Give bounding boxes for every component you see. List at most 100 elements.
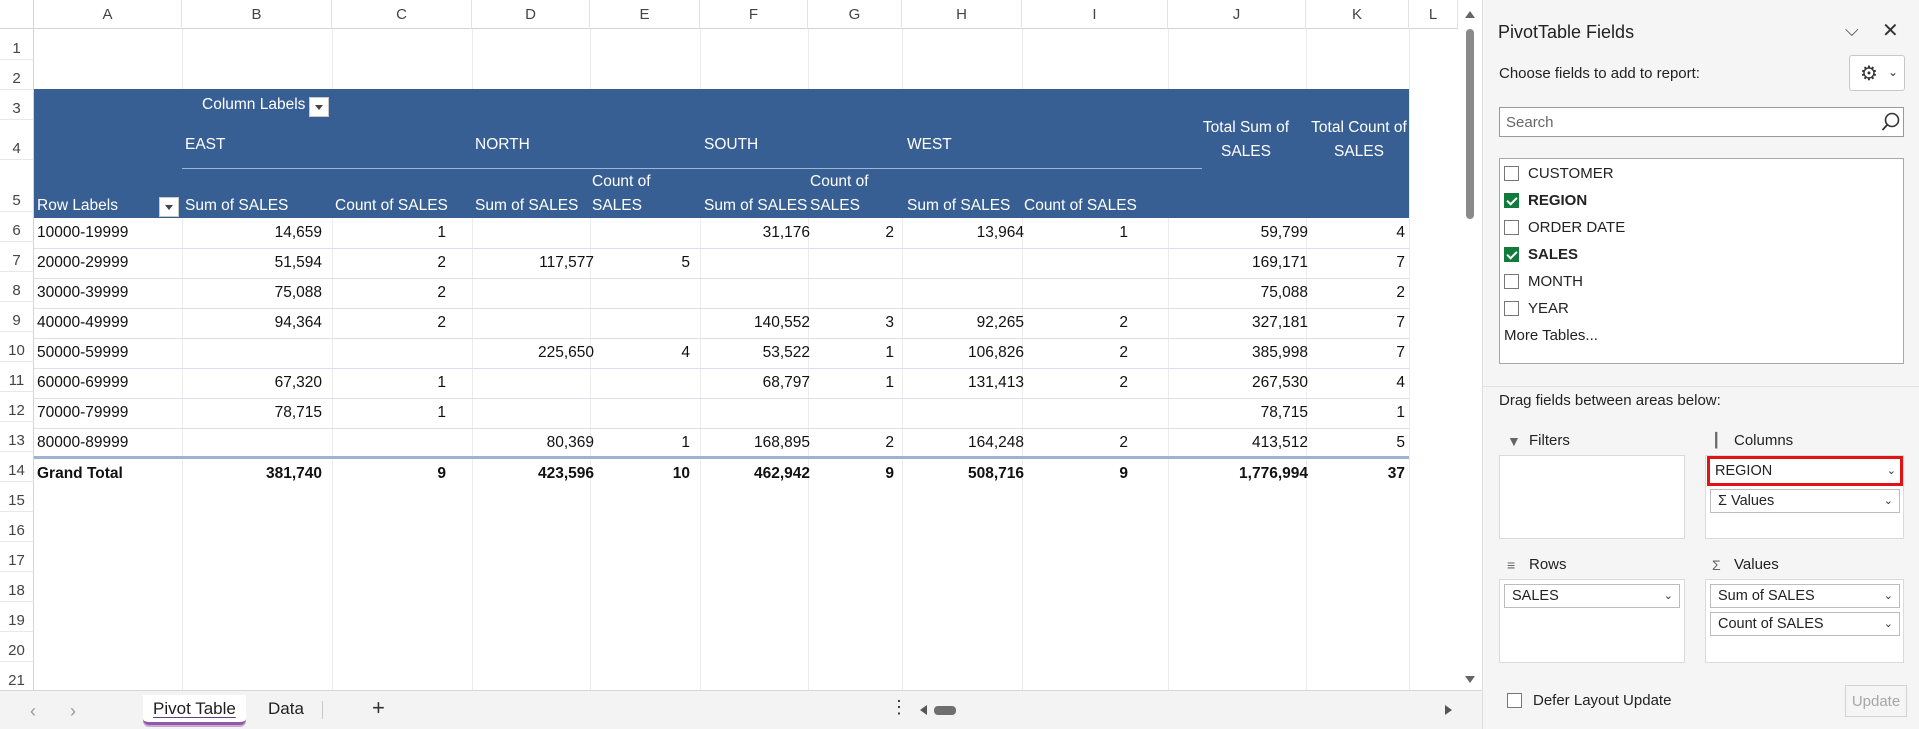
col-header-j[interactable]: J bbox=[1168, 0, 1306, 29]
row-header-2[interactable]: 2 bbox=[0, 60, 34, 90]
value-cell-south-sum[interactable]: 68,797 bbox=[700, 368, 810, 398]
row-header-21[interactable]: 21 bbox=[0, 662, 34, 690]
field-sales[interactable]: SALES bbox=[1504, 243, 1578, 265]
row-header-5[interactable]: 5 bbox=[0, 160, 34, 212]
value-cell-east-sum[interactable]: 75,088 bbox=[182, 278, 322, 308]
scroll-left-icon[interactable] bbox=[920, 705, 927, 715]
col-header-e[interactable]: E bbox=[590, 0, 700, 29]
value-cell-south-sum[interactable] bbox=[700, 248, 810, 278]
row-label-cell[interactable]: 50000-59999 bbox=[37, 338, 128, 368]
value-cell-south-sum[interactable]: 140,552 bbox=[700, 308, 810, 338]
col-header-b[interactable]: B bbox=[182, 0, 332, 29]
value-cell-total-sum[interactable]: 59,799 bbox=[1168, 218, 1308, 248]
grand-total-count[interactable]: 37 bbox=[1306, 459, 1405, 489]
value-cell-total-sum[interactable]: 413,512 bbox=[1168, 428, 1308, 458]
value-cell-east-sum[interactable]: 51,594 bbox=[182, 248, 322, 278]
value-cell-total-count[interactable]: 2 bbox=[1306, 278, 1405, 308]
sheet-tab-data[interactable]: Data bbox=[258, 695, 314, 725]
col-header-f[interactable]: F bbox=[700, 0, 808, 29]
sheet-tab-pivot-table[interactable]: Pivot Table bbox=[143, 695, 246, 725]
value-cell-east-count[interactable]: 2 bbox=[332, 248, 446, 278]
value-cell-south-sum[interactable] bbox=[700, 398, 810, 428]
value-cell-south-count[interactable]: 2 bbox=[808, 428, 894, 458]
columns-item-values[interactable]: Σ Values ⌄ bbox=[1710, 489, 1900, 513]
row-label-cell[interactable]: 70000-79999 bbox=[37, 398, 128, 428]
field-month[interactable]: MONTH bbox=[1504, 270, 1583, 292]
columns-drop-area[interactable]: REGION ⌄ Σ Values ⌄ bbox=[1705, 455, 1904, 539]
grand-north-count[interactable]: 10 bbox=[590, 459, 690, 489]
value-cell-east-count[interactable] bbox=[332, 428, 446, 458]
vertical-scrollbar[interactable] bbox=[1458, 0, 1482, 690]
row-header-12[interactable]: 12 bbox=[0, 392, 34, 422]
value-cell-south-count[interactable]: 1 bbox=[808, 338, 894, 368]
col-header-k[interactable]: K bbox=[1306, 0, 1409, 29]
defer-layout-checkbox[interactable] bbox=[1507, 693, 1522, 708]
field-year-checkbox[interactable] bbox=[1504, 300, 1519, 316]
grand-east-count[interactable]: 9 bbox=[332, 459, 446, 489]
value-cell-south-sum[interactable]: 53,522 bbox=[700, 338, 810, 368]
search-icon[interactable] bbox=[1880, 111, 1902, 133]
value-cell-north-sum[interactable]: 225,650 bbox=[472, 338, 594, 368]
value-cell-east-sum[interactable]: 78,715 bbox=[182, 398, 322, 428]
row-header-8[interactable]: 8 bbox=[0, 272, 34, 302]
row-header-17[interactable]: 17 bbox=[0, 542, 34, 572]
value-cell-west-count[interactable] bbox=[1022, 278, 1128, 308]
value-cell-south-sum[interactable]: 31,176 bbox=[700, 218, 810, 248]
value-cell-south-sum[interactable] bbox=[700, 278, 810, 308]
select-all-corner[interactable] bbox=[0, 0, 34, 29]
value-cell-west-count[interactable]: 2 bbox=[1022, 428, 1128, 458]
cell-area[interactable]: Column Labels EAST NORTH SOUTH WEST Tota… bbox=[34, 29, 1458, 690]
value-cell-north-count[interactable]: 5 bbox=[590, 248, 690, 278]
row-header-19[interactable]: 19 bbox=[0, 602, 34, 632]
value-cell-total-sum[interactable]: 267,530 bbox=[1168, 368, 1308, 398]
field-settings-button[interactable]: ⚙ ⌄ bbox=[1849, 55, 1905, 91]
value-cell-north-count[interactable] bbox=[590, 368, 690, 398]
col-header-l[interactable]: L bbox=[1409, 0, 1458, 29]
value-cell-west-sum[interactable]: 131,413 bbox=[902, 368, 1024, 398]
horizontal-scrollbar[interactable] bbox=[918, 699, 1452, 721]
row-header-4[interactable]: 4 bbox=[0, 120, 34, 160]
value-cell-south-count[interactable] bbox=[808, 398, 894, 428]
scroll-down-icon[interactable] bbox=[1465, 676, 1475, 683]
columns-item-region[interactable]: REGION ⌄ bbox=[1707, 456, 1903, 486]
row-label-cell[interactable]: 60000-69999 bbox=[37, 368, 128, 398]
value-cell-north-count[interactable] bbox=[590, 218, 690, 248]
field-customer[interactable]: CUSTOMER bbox=[1504, 162, 1614, 184]
field-order-date[interactable]: ORDER DATE bbox=[1504, 216, 1625, 238]
row-label-cell[interactable]: 80000-89999 bbox=[37, 428, 128, 458]
value-cell-total-count[interactable]: 5 bbox=[1306, 428, 1405, 458]
row-header-3[interactable]: 3 bbox=[0, 90, 34, 120]
value-cell-west-sum[interactable] bbox=[902, 248, 1024, 278]
field-order-date-checkbox[interactable] bbox=[1504, 219, 1519, 235]
value-cell-north-sum[interactable] bbox=[472, 398, 594, 428]
field-month-checkbox[interactable] bbox=[1504, 273, 1519, 289]
value-cell-north-count[interactable] bbox=[590, 398, 690, 428]
col-header-d[interactable]: D bbox=[472, 0, 590, 29]
filters-drop-area[interactable] bbox=[1499, 455, 1685, 539]
value-cell-north-count[interactable]: 1 bbox=[590, 428, 690, 458]
update-button[interactable]: Update bbox=[1845, 685, 1907, 717]
scroll-right-icon[interactable] bbox=[1445, 705, 1452, 715]
value-cell-west-sum[interactable] bbox=[902, 398, 1024, 428]
grand-total-label[interactable]: Grand Total bbox=[37, 459, 123, 489]
row-header-6[interactable]: 6 bbox=[0, 212, 34, 242]
column-labels-filter-button[interactable] bbox=[309, 97, 329, 117]
grand-south-sum[interactable]: 462,942 bbox=[700, 459, 810, 489]
value-cell-west-sum[interactable]: 13,964 bbox=[902, 218, 1024, 248]
field-sales-checkbox[interactable] bbox=[1504, 246, 1519, 262]
value-cell-west-sum[interactable]: 92,265 bbox=[902, 308, 1024, 338]
row-header-9[interactable]: 9 bbox=[0, 302, 34, 332]
value-cell-west-count[interactable]: 2 bbox=[1022, 368, 1128, 398]
field-region[interactable]: REGION bbox=[1504, 189, 1587, 211]
value-cell-total-count[interactable]: 4 bbox=[1306, 218, 1405, 248]
next-sheet-icon[interactable]: › bbox=[70, 701, 76, 722]
value-cell-north-sum[interactable] bbox=[472, 368, 594, 398]
values-item-sum-of-sales[interactable]: Sum of SALES ⌄ bbox=[1710, 584, 1900, 608]
field-year[interactable]: YEAR bbox=[1504, 297, 1569, 319]
row-label-cell[interactable]: 40000-49999 bbox=[37, 308, 128, 338]
value-cell-north-count[interactable] bbox=[590, 278, 690, 308]
previous-sheet-icon[interactable]: ‹ bbox=[30, 701, 36, 722]
value-cell-south-count[interactable]: 1 bbox=[808, 368, 894, 398]
rows-drop-area[interactable]: SALES ⌄ bbox=[1499, 579, 1685, 663]
value-cell-west-sum[interactable]: 164,248 bbox=[902, 428, 1024, 458]
